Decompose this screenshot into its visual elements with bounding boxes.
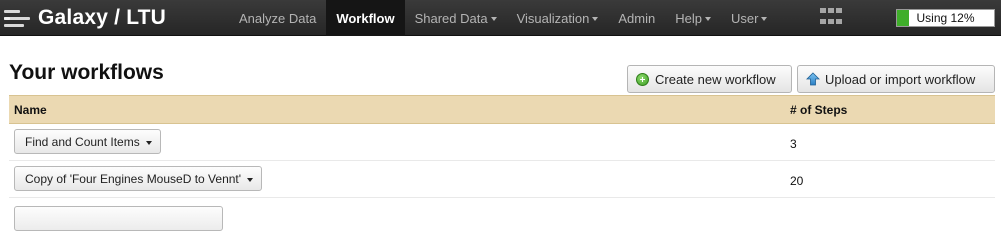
nav-analyze-data[interactable]: Analyze Data (229, 0, 326, 36)
create-workflow-button[interactable]: Create new workflow (627, 65, 792, 93)
quota-meter[interactable]: Using 12% (896, 9, 995, 27)
table-row: Copy of 'Four Engines MouseD to Vennt' 2… (9, 161, 995, 198)
nav-user[interactable]: User (721, 0, 777, 36)
workflow-name: Find and Count Items (25, 134, 140, 149)
nav-visualization[interactable]: Visualization (507, 0, 609, 36)
grid-icon[interactable] (820, 8, 842, 28)
brand-title: Galaxy / LTU (38, 6, 167, 29)
workflow-steps: 3 (790, 137, 797, 151)
caret-down-icon (761, 17, 768, 21)
nav-label: Visualization (516, 10, 590, 26)
upload-workflow-button[interactable]: Upload or import workflow (797, 65, 995, 93)
column-header-name: Name (14, 103, 47, 117)
caret-down-icon (490, 17, 497, 21)
table-row: Find and Count Items 3 (9, 124, 995, 161)
caret-down-icon (145, 140, 152, 145)
masthead: Galaxy / LTU Analyze Data Workflow Share… (0, 0, 1001, 36)
brand[interactable]: Galaxy / LTU (4, 0, 166, 36)
caret-down-icon (247, 177, 254, 182)
page-title: Your workflows (9, 61, 164, 84)
caret-down-icon (704, 17, 711, 21)
nav-label: Admin (618, 10, 656, 26)
workflow-steps: 20 (790, 174, 804, 188)
nav-label: Shared Data (414, 10, 488, 26)
main-nav: Analyze Data Workflow Shared Data Visual… (229, 0, 777, 36)
create-workflow-label: Create new workflow (655, 71, 776, 87)
table-header: Name # of Steps (9, 95, 995, 124)
nav-workflow[interactable]: Workflow (326, 0, 405, 36)
galaxy-logo-icon (4, 7, 32, 29)
nav-label: Workflow (336, 10, 395, 26)
column-header-steps: # of Steps (790, 103, 848, 117)
nav-shared-data[interactable]: Shared Data (405, 0, 507, 36)
table-row (9, 198, 995, 235)
quota-label: Using 12% (916, 11, 975, 25)
nav-admin[interactable]: Admin (608, 0, 665, 36)
caret-down-icon (592, 17, 599, 21)
workflows-table: Name # of Steps Find and Count Items 3 C… (9, 95, 995, 235)
nav-help[interactable]: Help (665, 0, 721, 36)
workflow-menu-button[interactable]: Copy of 'Four Engines MouseD to Vennt' (14, 166, 263, 191)
nav-label: Help (675, 10, 702, 26)
workflow-menu-button[interactable] (14, 206, 223, 231)
arrow-up-icon (806, 72, 820, 86)
plus-circle-icon (636, 72, 649, 86)
nav-label: User (730, 10, 759, 26)
workflow-name: Copy of 'Four Engines MouseD to Vennt' (25, 171, 242, 186)
upload-workflow-label: Upload or import workflow (825, 71, 976, 87)
nav-label: Analyze Data (239, 10, 317, 26)
workflow-menu-button[interactable]: Find and Count Items (14, 129, 161, 154)
